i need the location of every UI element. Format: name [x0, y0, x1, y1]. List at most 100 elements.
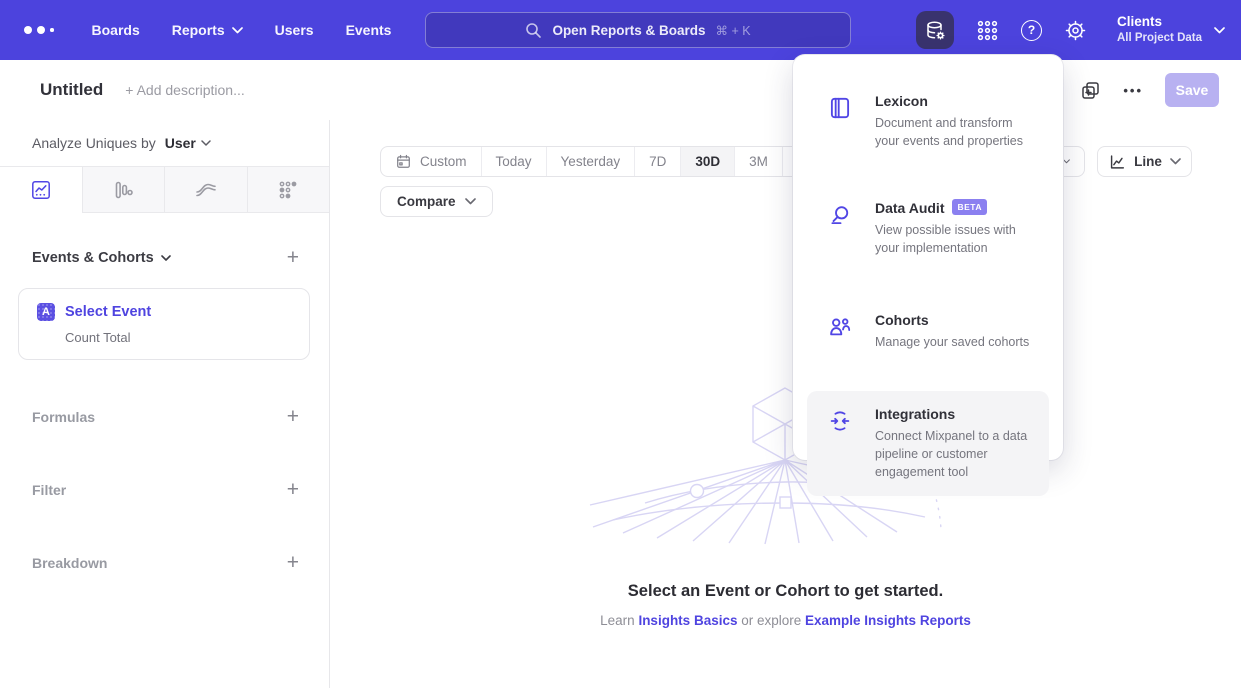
search-icon: [525, 22, 542, 39]
calendar-icon: [395, 153, 412, 170]
search-input[interactable]: Open Reports & Boards ⌘ + K: [425, 12, 851, 48]
settings-button[interactable]: [1064, 19, 1087, 42]
learn-text: Learn: [600, 613, 638, 628]
query-sidebar: Analyze Uniques by User: [0, 120, 330, 688]
menu-item-description: Document and transform your events and p…: [875, 114, 1033, 150]
date-range-3m[interactable]: 3M: [734, 147, 782, 176]
events-cohorts-dropdown[interactable]: Events & Cohorts: [32, 250, 171, 266]
project-name: Clients: [1117, 14, 1202, 31]
visualization-tabs: [0, 166, 329, 213]
date-range-label: Yesterday: [561, 154, 621, 169]
formulas-section: Formulas +: [32, 380, 299, 453]
event-card[interactable]: A Select Event Count Total: [18, 288, 310, 360]
project-scope: All Project Data: [1117, 31, 1202, 45]
nav-item-label: Boards: [92, 22, 140, 38]
chevron-down-icon: [201, 140, 211, 146]
top-nav: Boards Reports Users Events Open Reports…: [0, 0, 1241, 60]
tab-flows[interactable]: [164, 167, 247, 213]
report-title[interactable]: Untitled: [40, 80, 103, 100]
chevron-down-icon: [1214, 27, 1225, 34]
events-cohorts-label: Events & Cohorts: [32, 250, 154, 266]
nav-item-users[interactable]: Users: [275, 22, 314, 38]
count-total-dropdown[interactable]: Count Total: [65, 330, 291, 345]
date-range-today[interactable]: Today: [481, 147, 546, 176]
formulas-label: Formulas: [32, 409, 95, 425]
chevron-down-icon: [465, 198, 476, 205]
apps-grid-button[interactable]: [976, 19, 999, 42]
help-glyph: ?: [1028, 23, 1035, 37]
plus-icon: +: [287, 551, 299, 574]
date-range-30d[interactable]: 30D: [680, 147, 734, 176]
filter-section: Filter +: [32, 453, 299, 526]
menu-item-title: Cohorts: [875, 312, 929, 328]
chevron-down-icon: [232, 27, 243, 34]
duplicate-button[interactable]: [1080, 80, 1101, 101]
add-formula-button[interactable]: +: [287, 406, 299, 427]
empty-state-links: Learn Insights Basics or explore Example…: [330, 613, 1241, 628]
data-management-button[interactable]: [916, 11, 954, 49]
copy-plus-icon: [1080, 80, 1101, 101]
date-range-custom[interactable]: Custom: [381, 147, 481, 176]
data-tools-menu: Lexicon Document and transform your even…: [793, 55, 1063, 460]
add-filter-button[interactable]: +: [287, 479, 299, 500]
chart-type-label: Line: [1134, 154, 1162, 169]
more-options-button[interactable]: •••: [1123, 83, 1143, 98]
nav-item-label: Users: [275, 22, 314, 38]
nav-item-reports[interactable]: Reports: [172, 22, 243, 38]
chevron-down-icon: [1170, 158, 1181, 165]
mixpanel-app: Boards Reports Users Events Open Reports…: [0, 0, 1241, 688]
save-button[interactable]: Save: [1165, 73, 1219, 107]
bar-chart-tab-icon: [112, 179, 134, 201]
plus-icon: +: [287, 478, 299, 501]
project-switcher[interactable]: Clients All Project Data: [1117, 14, 1225, 45]
plus-icon: +: [287, 246, 299, 269]
menu-item-integrations[interactable]: Integrations Connect Mixpanel to a data …: [807, 391, 1049, 496]
gear-icon: [1064, 19, 1087, 42]
nav-item-boards[interactable]: Boards: [92, 22, 140, 38]
breakdown-section: Breakdown +: [32, 526, 299, 599]
report-header-actions: ••• Save: [1061, 73, 1219, 107]
mixpanel-logo-icon[interactable]: [24, 26, 54, 34]
menu-item-lexicon[interactable]: Lexicon Document and transform your even…: [807, 85, 1049, 158]
grid-dots-icon: [976, 19, 999, 42]
event-letter-badge: A: [37, 303, 55, 321]
tab-metrics[interactable]: [247, 167, 330, 213]
menu-item-title: Data Audit: [875, 200, 944, 216]
compare-dropdown[interactable]: Compare: [380, 186, 493, 217]
search-placeholder: Open Reports & Boards: [552, 23, 705, 38]
date-range-7d[interactable]: 7D: [634, 147, 680, 176]
add-event-button[interactable]: +: [287, 247, 299, 268]
tab-bar-chart[interactable]: [82, 167, 165, 213]
insights-basics-link[interactable]: Insights Basics: [638, 613, 737, 628]
compare-label: Compare: [397, 194, 456, 209]
menu-item-description: Manage your saved cohorts: [875, 333, 1029, 351]
menu-item-cohorts[interactable]: Cohorts Manage your saved cohorts: [807, 304, 1049, 359]
example-reports-link[interactable]: Example Insights Reports: [805, 613, 971, 628]
select-event-button[interactable]: Select Event: [65, 304, 151, 320]
nav-item-events[interactable]: Events: [346, 22, 392, 38]
date-range-label: 30D: [695, 154, 720, 169]
beta-badge: BETA: [952, 199, 987, 215]
lexicon-book-icon: [827, 95, 853, 121]
data-audit-magnifier-icon: [827, 202, 853, 228]
search-shortcut: ⌘ + K: [715, 23, 750, 38]
line-chart-tab-icon: [30, 179, 52, 201]
date-range-label: Custom: [420, 154, 467, 169]
help-button[interactable]: ?: [1021, 20, 1042, 41]
add-breakdown-button[interactable]: +: [287, 552, 299, 573]
date-range-yesterday[interactable]: Yesterday: [546, 147, 635, 176]
chevron-down-icon: [1063, 158, 1070, 165]
menu-item-data-audit[interactable]: Data AuditBETA View possible issues with…: [807, 192, 1049, 265]
chart-type-dropdown[interactable]: Line: [1097, 146, 1192, 177]
analyze-value: User: [165, 135, 196, 151]
analyze-by-dropdown[interactable]: User: [165, 135, 211, 151]
report-description-input[interactable]: + Add description...: [125, 82, 244, 98]
integrations-sync-icon: [827, 408, 853, 434]
chevron-down-icon: [161, 255, 171, 261]
menu-item-title: Integrations: [875, 406, 955, 422]
filter-label: Filter: [32, 482, 66, 498]
tab-insights-line[interactable]: [0, 167, 82, 213]
breakdown-label: Breakdown: [32, 555, 107, 571]
help-icon: ?: [1021, 20, 1042, 41]
menu-item-title: Lexicon: [875, 93, 928, 109]
